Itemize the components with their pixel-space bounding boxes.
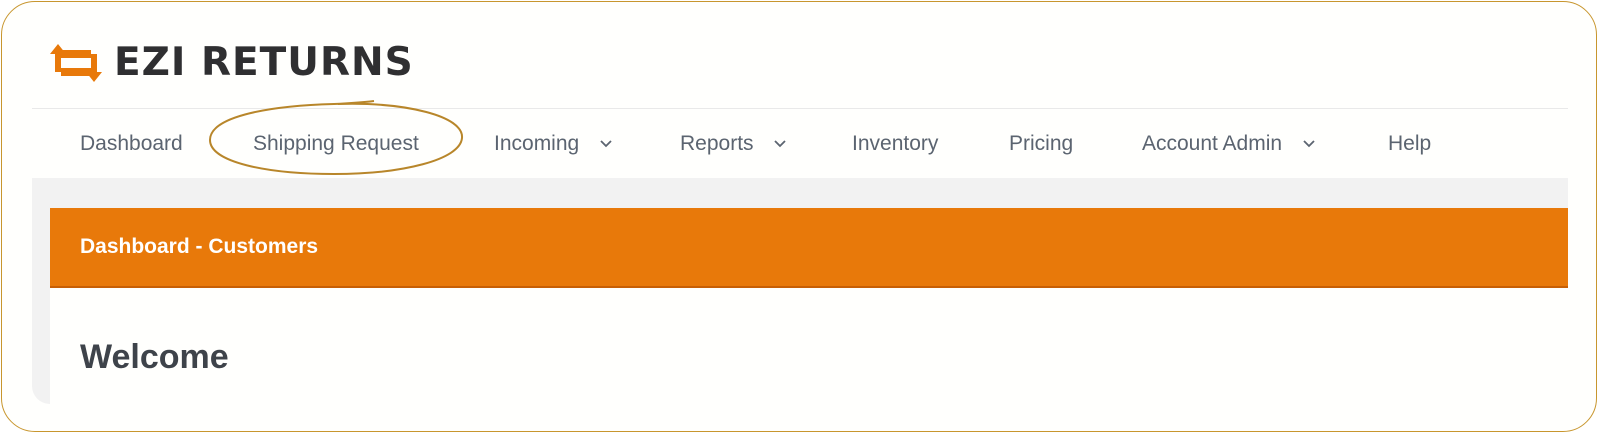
brand-logo[interactable]: EZI RETURNS — [48, 42, 414, 84]
nav-inventory-label: Inventory — [852, 132, 939, 155]
nav-pricing-label: Pricing — [1009, 132, 1074, 155]
nav-inventory[interactable]: Inventory — [852, 109, 938, 178]
nav-dashboard[interactable]: Dashboard — [80, 109, 183, 178]
nav-dashboard-label: Dashboard — [80, 132, 183, 155]
chevron-down-icon — [600, 140, 612, 148]
nav-reports-label: Reports — [680, 132, 754, 155]
nav-incoming[interactable]: Incoming — [494, 109, 613, 178]
welcome-heading: Welcome — [80, 338, 229, 376]
chevron-down-icon — [1303, 140, 1315, 148]
panel-header: Dashboard - Customers — [50, 208, 1568, 288]
nav-reports[interactable]: Reports — [680, 109, 787, 178]
nav-shipping-request-label: Shipping Request — [253, 132, 419, 155]
nav-incoming-label: Incoming — [494, 132, 580, 155]
screenshot-frame: EZI RETURNS Dashboard Shipping Request I… — [1, 1, 1597, 432]
nav-pricing[interactable]: Pricing — [1009, 109, 1073, 178]
nav-account-admin[interactable]: Account Admin — [1142, 109, 1316, 178]
nav-help[interactable]: Help — [1388, 109, 1431, 178]
chevron-down-icon — [774, 140, 787, 148]
swap-arrows-icon — [50, 44, 102, 82]
brand-name: EZI RETURNS — [114, 40, 414, 85]
main-nav: Dashboard Shipping Request Incoming Repo… — [32, 109, 1568, 178]
nav-account-admin-label: Account Admin — [1142, 132, 1283, 155]
nav-help-label: Help — [1388, 132, 1432, 155]
dashboard-panel: Dashboard - Customers Welcome — [50, 208, 1568, 404]
app-window: EZI RETURNS Dashboard Shipping Request I… — [32, 2, 1568, 404]
nav-shipping-request[interactable]: Shipping Request — [253, 109, 419, 178]
